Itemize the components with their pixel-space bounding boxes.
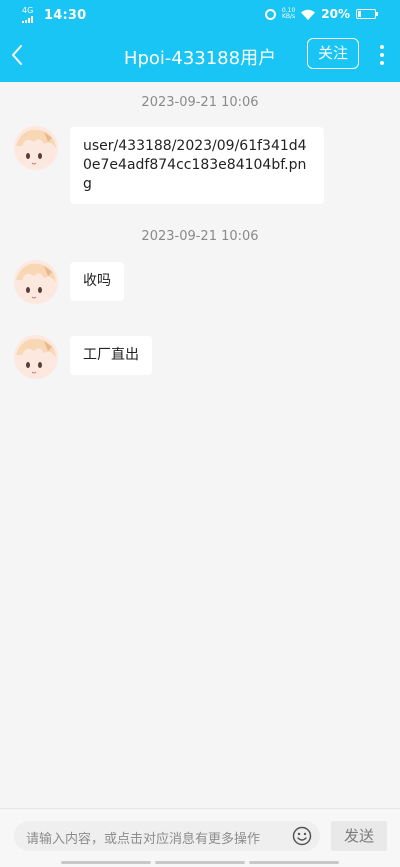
wifi-icon: [301, 9, 316, 20]
message-input[interactable]: 请输入内容，或点击对应消息有更多操作: [14, 821, 320, 851]
battery-icon: [356, 9, 378, 19]
message-bubble[interactable]: 工厂直出: [70, 336, 152, 375]
message-timestamp: 2023-09-21 10:06: [141, 95, 259, 110]
signal-icon: [22, 16, 40, 23]
alarm-icon: [264, 8, 276, 20]
message-timestamp: 2023-09-21 10:06: [141, 229, 259, 244]
gesture-nav-indicator: [0, 861, 400, 865]
send-button[interactable]: 发送: [331, 821, 387, 851]
page-title: Hpoi-433188用户: [123, 48, 277, 69]
network-speed: 0.10 KB/s: [282, 8, 295, 20]
message-bubble[interactable]: user/433188/2023/09/61f341d40e7e4adf874c…: [70, 127, 324, 204]
status-time: 14:30: [44, 7, 87, 23]
message-input-placeholder: 请输入内容，或点击对应消息有更多操作: [26, 832, 261, 847]
more-options-icon[interactable]: [378, 43, 386, 69]
battery-percent: 20%: [321, 7, 350, 21]
chat-area[interactable]: 2023-09-21 10:06 user/433188/2023/09/61f…: [0, 82, 400, 808]
message-bubble[interactable]: 收吗: [70, 262, 124, 301]
follow-button[interactable]: 关注: [307, 38, 359, 69]
network-indicator: 4G: [22, 7, 40, 23]
network-type: 4G: [22, 6, 34, 15]
anime-girl-avatar-icon: [14, 335, 58, 379]
user-avatar[interactable]: [14, 335, 58, 379]
status-bar: 4G 14:30 0.10 KB/s 20%: [0, 0, 400, 30]
composer-bar: 请输入内容，或点击对应消息有更多操作 发送: [0, 808, 400, 867]
user-avatar[interactable]: [14, 260, 58, 304]
network-speed-unit: KB/s: [281, 13, 296, 20]
anime-girl-avatar-icon: [14, 260, 58, 304]
back-arrow-icon[interactable]: [8, 40, 34, 70]
nav-bar: Hpoi-433188用户 关注: [0, 30, 400, 82]
user-avatar[interactable]: [14, 126, 58, 170]
smiley-icon[interactable]: [292, 826, 312, 846]
anime-girl-avatar-icon: [14, 126, 58, 170]
